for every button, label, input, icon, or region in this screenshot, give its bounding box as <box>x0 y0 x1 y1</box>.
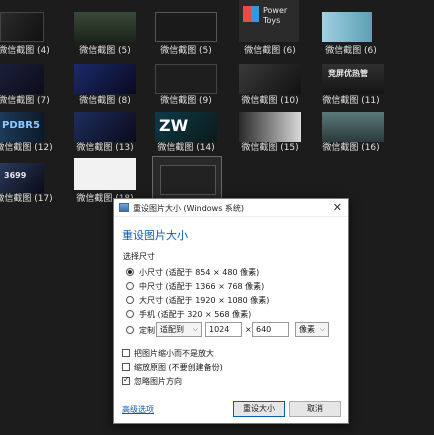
thumbnail[interactable] <box>74 112 136 142</box>
thumbnail[interactable] <box>155 64 217 94</box>
checkbox-resize-original[interactable]: 缩放原图 (不要创建备份) <box>122 362 322 374</box>
thumbnail[interactable] <box>74 64 136 94</box>
radio-label: 手机 (适配于 320 × 568 像素) <box>139 310 252 319</box>
dialog-titlebar[interactable]: 重设图片大小 (Windows 系统) ✕ <box>114 199 348 217</box>
file-name[interactable]: 微信截图 (9) <box>146 96 226 107</box>
chevron-down-icon: ⌵ <box>319 325 325 333</box>
radio-label: 小尺寸 (适配于 854 × 480 像素) <box>139 268 260 277</box>
radio-button[interactable] <box>126 282 134 290</box>
width-input[interactable]: 1024 <box>205 322 242 337</box>
thumbnail-text: PDBR5 <box>2 120 40 131</box>
checkbox-ignore-orientation[interactable]: 忽略图片方向 <box>122 375 322 388</box>
radio-button[interactable] <box>126 268 134 276</box>
dialog-title: 重设图片大小 (Windows 系统) <box>133 204 245 213</box>
thumbnail[interactable] <box>322 112 384 142</box>
thumbnail[interactable]: Power Toys <box>239 0 299 42</box>
file-name[interactable]: 微信截图 (15) <box>230 143 310 154</box>
cancel-button[interactable]: 取消 <box>289 401 341 417</box>
file-name[interactable]: 微信截图 (6) <box>230 46 310 57</box>
fit-mode-value: 适配到 <box>160 325 184 334</box>
powertoys-logo-icon <box>243 6 259 22</box>
thumbnail[interactable]: 竞屏优热管 <box>322 64 384 94</box>
resize-button[interactable]: 重设大小 <box>233 401 285 417</box>
thumbnail-text: 竞屏优热管 <box>328 69 368 78</box>
unit-select[interactable]: 像素 ⌵ <box>295 322 329 337</box>
file-name[interactable]: 微信截图 (13) <box>65 143 145 154</box>
checkbox[interactable] <box>122 363 130 371</box>
file-name[interactable]: 微信截图 (5) <box>65 46 145 57</box>
thumbnail[interactable]: ZW <box>155 112 217 142</box>
thumbnail[interactable] <box>0 64 44 94</box>
thumbnail[interactable] <box>155 12 217 42</box>
file-name[interactable]: 微信截图 (12) <box>0 143 64 154</box>
radio-label: 中尺寸 (适配于 1366 × 768 像素) <box>139 282 265 291</box>
section-label: 选择尺寸 <box>123 252 155 261</box>
fit-mode-select[interactable]: 适配到 ⌵ <box>156 322 202 337</box>
radio-button[interactable] <box>126 310 134 318</box>
height-input[interactable]: 640 <box>252 322 289 337</box>
thumbnail-text: ZW <box>159 116 189 135</box>
file-name[interactable]: 微信截图 (17) <box>0 194 64 205</box>
resize-image-dialog: 重设图片大小 (Windows 系统) ✕ 重设图片大小 选择尺寸 小尺寸 (适… <box>113 198 349 424</box>
close-icon[interactable]: ✕ <box>333 201 342 214</box>
radio-button[interactable] <box>126 296 134 304</box>
checkbox-shrink-only[interactable]: 把图片缩小而不是放大 <box>122 348 322 360</box>
unit-value: 像素 <box>299 325 315 334</box>
advanced-options-link[interactable]: 高级选项 <box>122 404 154 415</box>
thumbnail-text: Power Toys <box>263 6 288 25</box>
thumbnail[interactable] <box>0 12 44 42</box>
radio-small[interactable]: 小尺寸 (适配于 854 × 480 像素) <box>126 267 326 279</box>
thumbnail[interactable] <box>239 64 301 94</box>
checkbox[interactable] <box>122 349 130 357</box>
selected-thumbnail[interactable] <box>152 156 222 200</box>
file-name[interactable]: 微信截图 (11) <box>311 96 391 107</box>
file-name[interactable]: 微信截图 (7) <box>0 96 64 107</box>
file-name[interactable]: 微信截图 (10) <box>230 96 310 107</box>
chevron-down-icon: ⌵ <box>192 325 198 333</box>
app-icon <box>119 203 129 212</box>
file-name[interactable]: 微信截图 (4) <box>0 46 64 57</box>
thumbnail[interactable] <box>239 112 301 142</box>
thumbnail[interactable]: 3699 <box>0 163 44 193</box>
file-name[interactable]: 微信截图 (8) <box>65 96 145 107</box>
radio-label: 定制 <box>139 326 155 335</box>
checkbox-label: 把图片缩小而不是放大 <box>134 349 214 358</box>
file-name[interactable]: 微信截图 (6) <box>311 46 391 57</box>
file-name[interactable]: 微信截图 (14) <box>146 143 226 154</box>
thumbnail[interactable] <box>322 12 372 42</box>
checkbox[interactable] <box>122 375 130 385</box>
thumbnail-text: 3699 <box>4 171 27 180</box>
thumbnail[interactable] <box>74 158 136 190</box>
times-sign: × <box>245 325 252 334</box>
thumbnail[interactable] <box>74 12 136 42</box>
dialog-heading: 重设图片大小 <box>122 229 188 242</box>
radio-label: 大尺寸 (适配于 1920 × 1080 像素) <box>139 296 270 305</box>
radio-button[interactable] <box>126 326 134 334</box>
radio-medium[interactable]: 中尺寸 (适配于 1366 × 768 像素) <box>126 281 326 293</box>
file-name[interactable]: 微信截图 (5) <box>146 46 226 57</box>
checkbox-label: 缩放原图 (不要创建备份) <box>134 363 223 372</box>
radio-large[interactable]: 大尺寸 (适配于 1920 × 1080 像素) <box>126 295 326 307</box>
thumbnail[interactable]: PDBR5 <box>0 112 44 142</box>
radio-phone[interactable]: 手机 (适配于 320 × 568 像素) <box>126 309 326 321</box>
checkbox-label: 忽略图片方向 <box>134 377 182 386</box>
file-name[interactable]: 微信截图 (16) <box>311 143 391 154</box>
